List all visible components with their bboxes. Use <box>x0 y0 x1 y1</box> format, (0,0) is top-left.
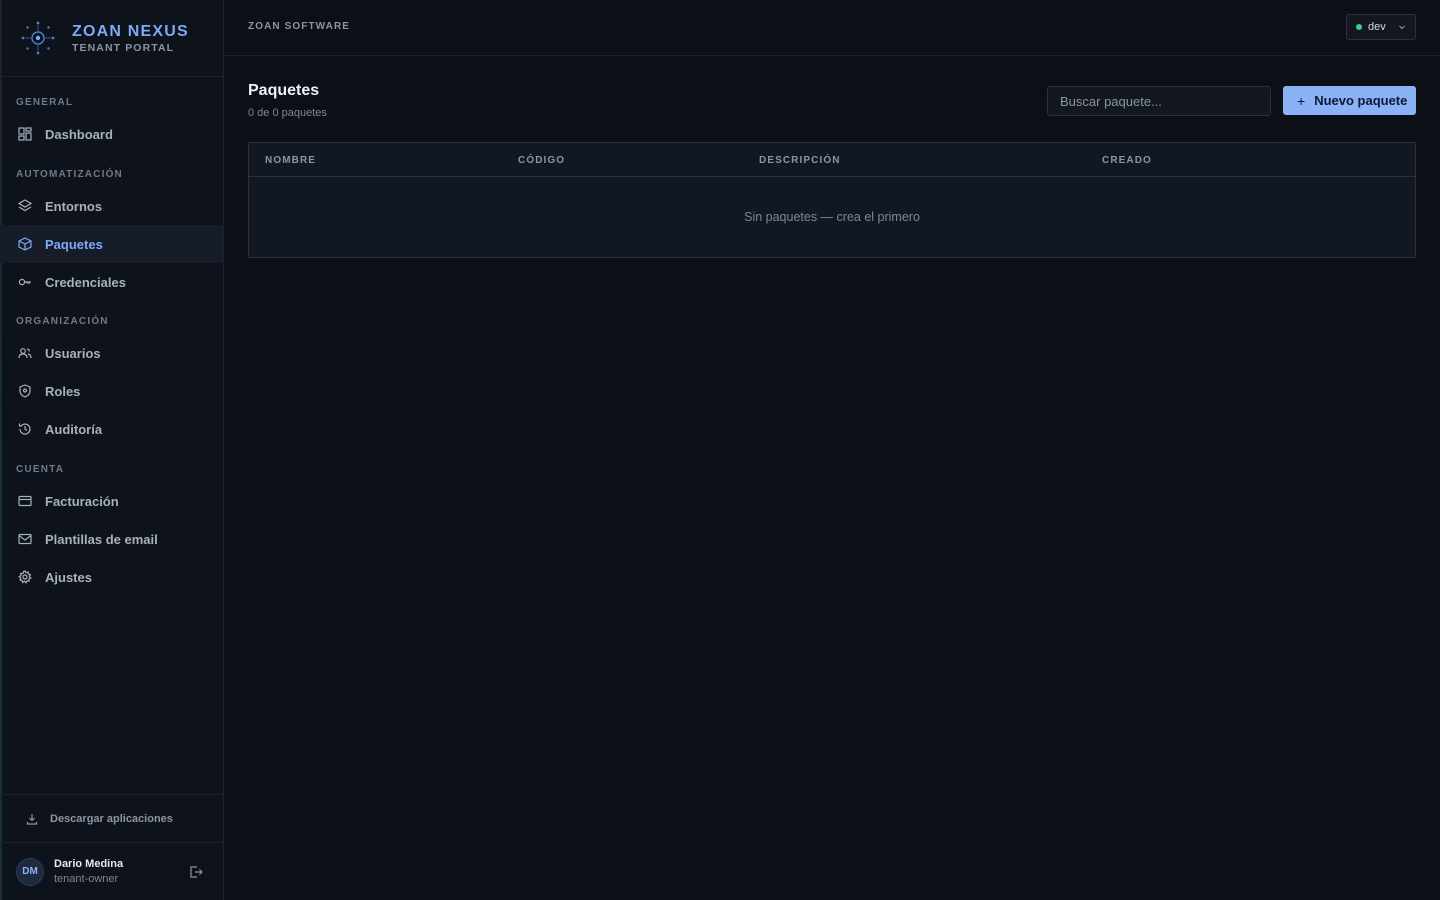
sidebar-item-auditoria[interactable]: Auditoría <box>0 410 223 448</box>
user-info: Dario Medina tenant-owner <box>54 857 123 887</box>
dashboard-icon <box>17 126 33 142</box>
empty-state-message: Sin paquetes — crea el primero <box>744 210 920 224</box>
brand-title: ZOAN NEXUS <box>72 22 189 40</box>
user-name: Dario Medina <box>54 857 124 870</box>
sidebar-item-facturacion[interactable]: Facturación <box>0 482 223 520</box>
sidebar-nav: GENERAL Dashboard AUTOMATIZACIÓN Entorno… <box>0 77 223 596</box>
download-icon <box>26 813 38 825</box>
company-name: ZOAN SOFTWARE <box>248 21 351 32</box>
users-icon <box>17 345 33 361</box>
sidebar-item-label: Entornos <box>45 198 103 214</box>
column-header-descripcion[interactable]: DESCRIPCIÓN <box>759 155 841 166</box>
key-icon <box>17 274 33 290</box>
environment-select[interactable]: dev <box>1346 14 1416 40</box>
section-organizacion: ORGANIZACIÓN <box>16 316 109 327</box>
avatar[interactable]: DM <box>16 857 44 886</box>
brand-subtitle: TENANT PORTAL <box>72 41 175 54</box>
packages-table: NOMBRE CÓDIGO DESCRIPCIÓN CREADO Sin paq… <box>248 142 1416 258</box>
sidebar-item-roles[interactable]: Roles <box>0 372 223 410</box>
sidebar-item-label: Credenciales <box>45 274 126 290</box>
download-apps-label: Descargar aplicaciones <box>50 812 173 825</box>
sidebar-item-label: Roles <box>45 383 81 399</box>
user-profile: DM Dario Medina tenant-owner <box>0 843 223 900</box>
sidebar-item-entornos[interactable]: Entornos <box>0 187 223 225</box>
column-header-codigo[interactable]: CÓDIGO <box>518 155 565 166</box>
sidebar-item-label: Plantillas de email <box>45 531 158 547</box>
sidebar-item-usuarios[interactable]: Usuarios <box>0 334 223 372</box>
chevron-down-icon <box>1399 25 1405 30</box>
new-package-button[interactable]: + Nuevo paquete <box>1283 86 1416 115</box>
sidebar-item-ajustes[interactable]: Ajustes <box>0 558 223 596</box>
sidebar: ZOAN NEXUS TENANT PORTAL GENERAL Dashboa… <box>0 0 224 900</box>
sidebar-item-label: Ajustes <box>45 569 92 585</box>
status-dot <box>1356 24 1362 30</box>
credit-card-icon <box>17 493 33 509</box>
section-cuenta: CUENTA <box>16 464 65 475</box>
environment-value: dev <box>1368 21 1386 33</box>
column-header-creado[interactable]: CREADO <box>1102 155 1152 166</box>
shield-icon <box>17 383 33 399</box>
new-package-label: Nuevo paquete <box>1314 93 1408 108</box>
mail-icon <box>17 531 33 547</box>
sidebar-item-paquetes[interactable]: Paquetes <box>0 225 223 263</box>
download-apps-button[interactable]: Descargar aplicaciones <box>0 795 223 843</box>
gear-icon <box>17 569 33 585</box>
plus-icon: + <box>1297 92 1306 109</box>
sidebar-item-dashboard[interactable]: Dashboard <box>0 115 223 153</box>
sidebar-item-label: Paquetes <box>45 236 103 252</box>
sidebar-item-plantillas-email[interactable]: Plantillas de email <box>0 520 223 558</box>
brand-text: ZOAN NEXUS TENANT PORTAL <box>72 23 189 54</box>
search-input[interactable] <box>1047 86 1271 116</box>
sidebar-item-label: Auditoría <box>45 421 103 437</box>
sidebar-item-label: Facturación <box>45 493 119 509</box>
logo-icon <box>21 21 55 55</box>
package-icon <box>17 236 33 252</box>
section-general: GENERAL <box>16 97 74 108</box>
logout-icon[interactable] <box>189 865 203 879</box>
sidebar-item-label: Dashboard <box>45 126 113 142</box>
user-role: tenant-owner <box>54 872 119 885</box>
brand[interactable]: ZOAN NEXUS TENANT PORTAL <box>0 0 223 77</box>
history-icon <box>17 421 33 437</box>
section-automatizacion: AUTOMATIZACIÓN <box>16 169 123 180</box>
sidebar-item-credenciales[interactable]: Credenciales <box>0 263 223 301</box>
package-count: 0 de 0 paquetes <box>248 107 327 119</box>
sidebar-item-label: Usuarios <box>45 345 101 361</box>
column-header-nombre[interactable]: NOMBRE <box>265 155 316 166</box>
top-bar: ZOAN SOFTWARE dev <box>224 0 1440 56</box>
sidebar-footer: Descargar aplicaciones DM Dario Medina t… <box>0 794 223 900</box>
layers-icon <box>17 198 33 214</box>
table-header: NOMBRE CÓDIGO DESCRIPCIÓN CREADO <box>249 143 1415 177</box>
page-title: Paquetes <box>248 82 320 99</box>
